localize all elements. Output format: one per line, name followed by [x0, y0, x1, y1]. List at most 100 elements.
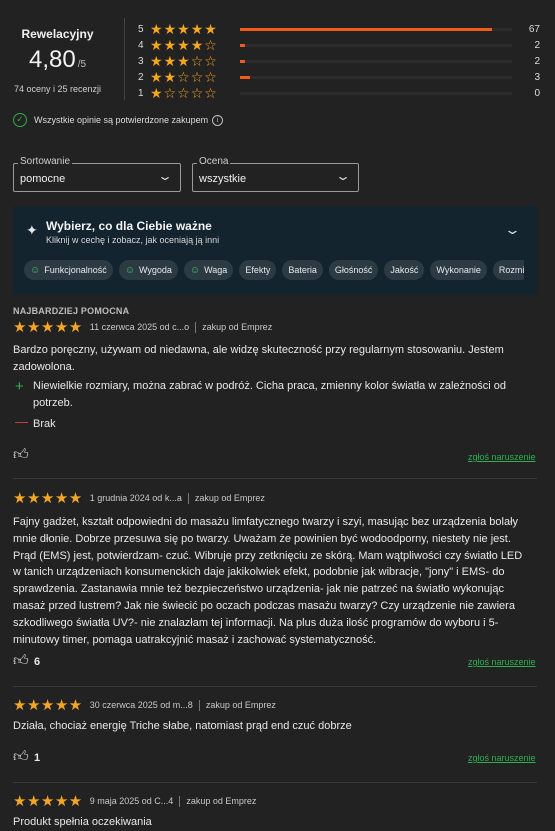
- like-count: 1: [34, 752, 41, 764]
- most-helpful-label: NAJBARDZIEJ POMOCNA: [13, 306, 130, 316]
- rating-row-stars: ★★★★★: [150, 21, 218, 37]
- rating-filter-value: wszystkie: [199, 173, 247, 185]
- rating-row-bar: [240, 91, 512, 95]
- feature-chip[interactable]: ☺ Waga: [183, 260, 234, 280]
- plus-icon: +: [15, 378, 24, 395]
- rating-row-stars: ★★★☆☆: [150, 53, 218, 69]
- highlights-subtitle: Kliknij w cechę i zobacz, jak oceniają j…: [46, 235, 220, 245]
- feature-chip-label: Głośność: [334, 265, 373, 275]
- review-pros: Niewielkie rozmiary, można zabrać w podr…: [33, 380, 506, 409]
- review-meta: 9 maja 2025 od C...4 zakup od Emprez: [89, 795, 257, 808]
- review-text: Produkt spełnia oczekiwania: [13, 816, 152, 828]
- feature-chip-label: Wykonanie: [436, 265, 481, 275]
- review-date: 30 czerwca 2025 od m...8: [89, 699, 193, 710]
- thumbs-up-icon[interactable]: 👍︎: [13, 748, 29, 766]
- review-text: Działa, chociaż energię Triche słabe, na…: [13, 720, 352, 732]
- sort-value: pomocne: [20, 173, 66, 185]
- rating-row-stars-label: 5: [138, 23, 144, 35]
- check-circle-icon: ✓: [13, 113, 27, 127]
- rating-select[interactable]: Ocena wszystkie ⌄: [192, 156, 359, 192]
- report-link[interactable]: zgłoś naruszenie: [468, 657, 536, 667]
- report-link[interactable]: zgłoś naruszenie: [468, 753, 536, 763]
- feature-chip-label: Jakość: [390, 265, 419, 275]
- review-stars: ★★★★★: [13, 793, 83, 810]
- rating-row-stars-label: 1: [138, 87, 144, 99]
- rating-row-bar-fill: [240, 75, 250, 79]
- divider: [13, 782, 537, 783]
- review-text: Bardzo poręczny, używam od niedawna, ale…: [13, 344, 504, 373]
- rating-row-count: 2: [534, 55, 540, 67]
- highlights-title: Wybierz, co dla Ciebie ważne: [46, 219, 212, 233]
- review-meta: 1 grudnia 2024 od k...a zakup od Emprez: [89, 492, 265, 505]
- divider: [13, 686, 537, 687]
- feature-chip[interactable]: Jakość: [384, 260, 425, 280]
- average-rating: 4,80/5: [0, 46, 115, 74]
- rating-row-1[interactable]: 1 ★☆☆☆☆ 0: [138, 85, 548, 101]
- ratings-count: 74 oceny i 25 recenzji: [13, 84, 102, 94]
- smiley-icon: ☺: [30, 264, 41, 276]
- rating-row-stars-label: 3: [138, 55, 144, 67]
- feature-chip[interactable]: Głośność: [328, 260, 379, 280]
- rating-row-stars: ★☆☆☆☆: [150, 85, 218, 101]
- feature-chip-label: Bateria: [288, 265, 317, 275]
- info-icon[interactable]: i: [212, 114, 224, 126]
- rating-verdict: Rewelacyjny: [21, 27, 94, 41]
- rating-scale: /5: [77, 59, 87, 70]
- sparkle-icon: ✦: [26, 222, 38, 238]
- verified-text: Wszystkie opinie są potwierdzone zakupem: [34, 115, 209, 125]
- feature-chip[interactable]: Bateria: [282, 260, 323, 280]
- review-source: zakup od Emprez: [205, 699, 276, 710]
- review-stars: ★★★★★: [13, 319, 83, 336]
- sort-select[interactable]: Sortowanie pomocne ⌄: [13, 156, 181, 192]
- review-text: Fajny gadżet, kształt odpowiedni do masa…: [13, 516, 523, 646]
- review-stars: ★★★★★: [13, 697, 83, 714]
- feature-chip-label: Wygoda: [138, 265, 172, 275]
- sort-label: Sortowanie: [18, 156, 73, 167]
- rating-row-3[interactable]: 3 ★★★☆☆ 2: [138, 53, 548, 69]
- rating-row-count: 0: [534, 87, 540, 99]
- feature-chip-label: Waga: [204, 265, 228, 275]
- rating-row-bar: [240, 43, 512, 47]
- rating-filter-label: Ocena: [197, 156, 231, 167]
- thumbs-up-icon[interactable]: 👍︎: [13, 446, 29, 464]
- chevron-down-icon[interactable]: ⌄: [504, 222, 521, 238]
- review-header: ★★★★★ 1 grudnia 2024 od k...a zakup od Em…: [13, 491, 265, 506]
- review-header: ★★★★★ 11 czerwca 2025 od c...o zakup od E…: [13, 320, 272, 335]
- feature-chip[interactable]: Efekty: [239, 260, 277, 280]
- rating-row-bar: [240, 59, 512, 63]
- review-source: zakup od Emprez: [186, 795, 257, 806]
- thumbs-up-icon[interactable]: 👍︎: [13, 652, 29, 670]
- rating-row-bar: [240, 75, 512, 79]
- rating-row-5[interactable]: 5 ★★★★★ 67: [138, 21, 548, 37]
- rating-row-bar-fill: [240, 59, 245, 63]
- feature-chips: ☺ Funkcjonalność ☺ Wygoda ☺ Waga Efekty Bateria…: [24, 260, 524, 280]
- feature-chip[interactable]: Wykonanie: [430, 260, 487, 280]
- review-source: zakup od Emprez: [202, 321, 273, 332]
- divider: [124, 18, 125, 100]
- review-cons: Brak: [33, 418, 56, 430]
- chevron-down-icon: ⌄: [156, 169, 174, 183]
- verified-notice: ✓ Wszystkie opinie są potwierdzone zakup…: [13, 113, 224, 127]
- rating-row-stars-label: 4: [138, 39, 144, 51]
- smiley-icon: ☺: [124, 264, 135, 276]
- feature-chip-label: Rozmiar: [498, 265, 524, 275]
- rating-row-stars: ★★☆☆☆: [150, 69, 218, 85]
- smiley-icon: ☺: [189, 264, 201, 276]
- feature-chip[interactable]: Rozmiar: [492, 260, 524, 280]
- feature-chip[interactable]: ☺ Wygoda: [118, 260, 178, 280]
- rating-row-2[interactable]: 2 ★★☆☆☆ 3: [138, 69, 548, 85]
- rating-row-count: 3: [534, 71, 540, 83]
- chevron-down-icon: ⌄: [334, 169, 352, 183]
- feature-chip-label: Efekty: [245, 265, 271, 275]
- report-link[interactable]: zgłoś naruszenie: [468, 452, 536, 462]
- rating-row-bar-fill: [240, 43, 245, 47]
- review-header: ★★★★★ 30 czerwca 2025 od m...8 zakup od E…: [13, 698, 276, 713]
- review-date: 9 maja 2025 od C...4: [89, 795, 174, 806]
- review-header: ★★★★★ 9 maja 2025 od C...4 zakup od Empre…: [13, 794, 256, 809]
- review-meta: 30 czerwca 2025 od m...8 zakup od Emprez: [89, 699, 276, 712]
- review-source: zakup od Emprez: [194, 492, 265, 503]
- divider: [13, 478, 537, 479]
- feature-chip[interactable]: ☺ Funkcjonalność: [24, 260, 113, 280]
- rating-row-4[interactable]: 4 ★★★★☆ 2: [138, 37, 548, 53]
- review-date: 1 grudnia 2024 od k...a: [89, 492, 182, 503]
